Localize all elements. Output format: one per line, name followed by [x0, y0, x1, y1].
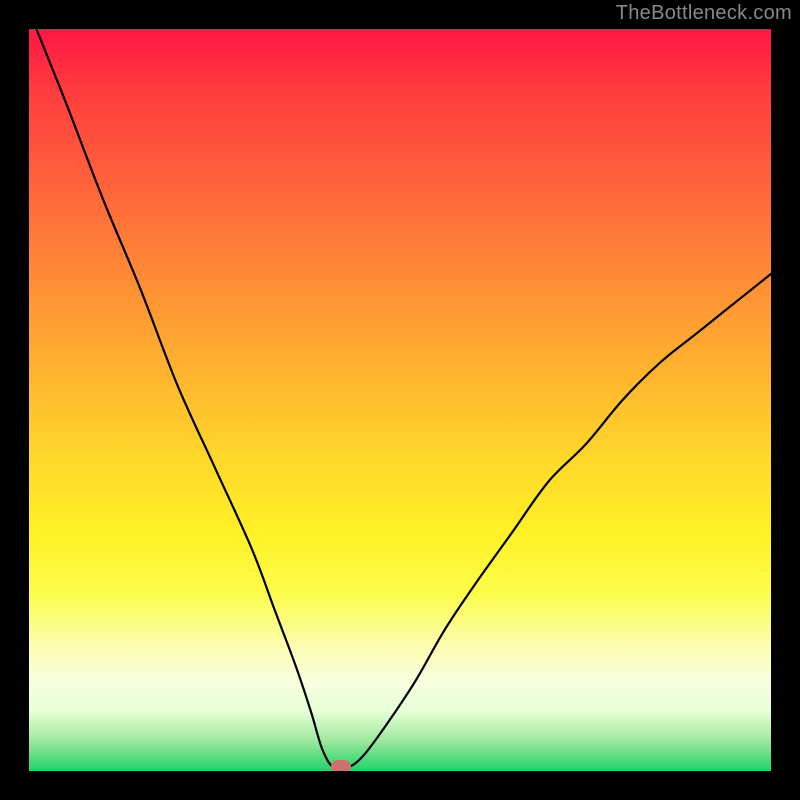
attribution-label: TheBottleneck.com [616, 2, 792, 25]
plot-area [29, 29, 771, 771]
bottleneck-curve [36, 29, 771, 769]
optimal-point-marker [331, 760, 351, 771]
chart-frame: TheBottleneck.com [0, 0, 800, 800]
curve-svg [29, 29, 771, 771]
